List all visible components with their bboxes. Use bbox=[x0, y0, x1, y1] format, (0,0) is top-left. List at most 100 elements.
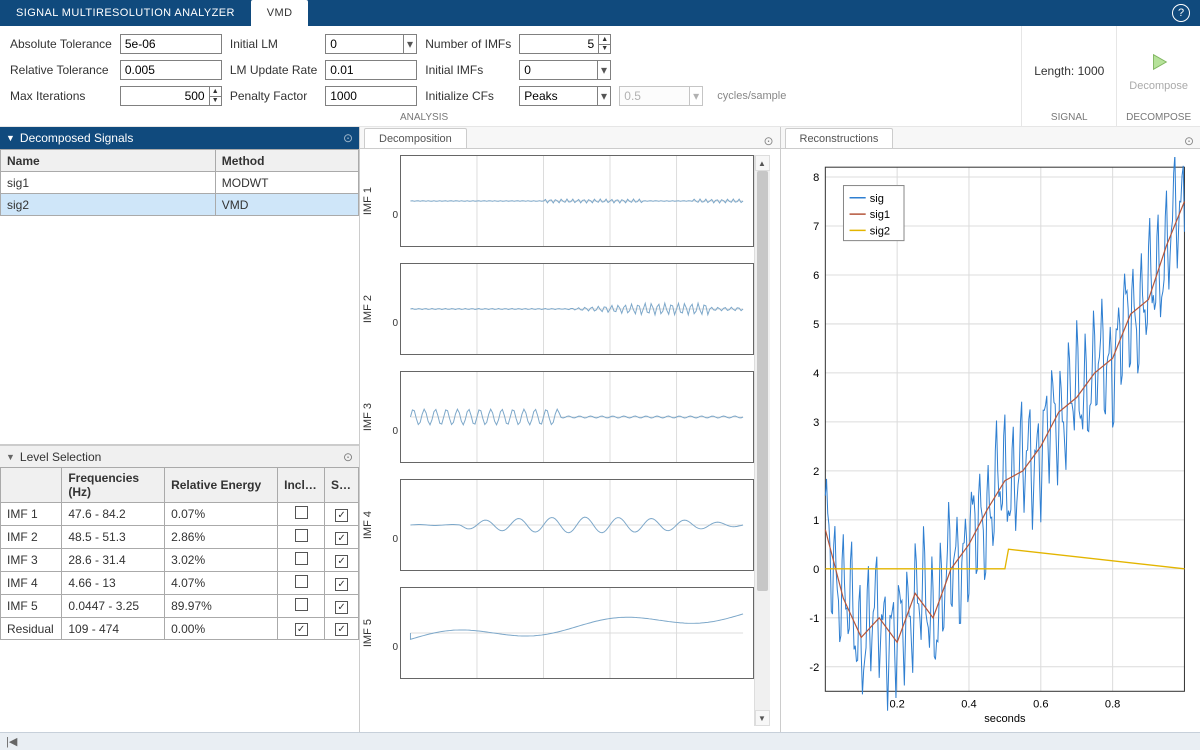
chevron-down-icon[interactable]: ▾ bbox=[597, 61, 611, 79]
decompose-cell: Decompose DECOMPOSE bbox=[1116, 26, 1200, 126]
col-freq[interactable]: Frequencies (Hz) bbox=[62, 468, 165, 503]
decomposed-signals-table: Name Method sig1MODWTsig2VMD bbox=[0, 149, 359, 445]
imf-row: IMF 50 bbox=[362, 587, 754, 679]
show-checkbox[interactable] bbox=[335, 623, 348, 636]
table-row[interactable]: IMF 328.6 - 31.43.02% bbox=[1, 549, 359, 572]
svg-text:7: 7 bbox=[813, 221, 819, 233]
table-row[interactable]: IMF 248.5 - 51.32.86% bbox=[1, 526, 359, 549]
svg-text:4: 4 bbox=[813, 368, 819, 380]
init-imf-field[interactable]: ▾ bbox=[519, 60, 611, 80]
close-icon[interactable]: ⊙ bbox=[343, 131, 353, 145]
status-bar: |◀ bbox=[0, 732, 1200, 750]
include-checkbox[interactable] bbox=[295, 529, 308, 542]
close-icon[interactable]: ⊙ bbox=[763, 134, 773, 148]
abs-tol-label: Absolute Tolerance bbox=[10, 37, 112, 51]
abs-tol-field[interactable] bbox=[120, 34, 222, 54]
table-row[interactable]: IMF 44.66 - 134.07% bbox=[1, 572, 359, 595]
init-cf-field[interactable]: ▾ bbox=[519, 86, 611, 106]
svg-text:seconds: seconds bbox=[984, 713, 1026, 725]
show-checkbox[interactable] bbox=[335, 532, 348, 545]
help-icon[interactable]: ? bbox=[1172, 4, 1190, 22]
zero-label: 0 bbox=[386, 318, 400, 329]
init-lm-field[interactable]: ▾ bbox=[325, 34, 417, 54]
spinner-icon[interactable]: ▲▼ bbox=[209, 87, 221, 105]
collapse-icon[interactable]: ▼ bbox=[6, 133, 15, 143]
rel-tol-field[interactable] bbox=[120, 60, 222, 80]
decomposition-panel: Decomposition ⊙ IMF 10IMF 20IMF 30IMF 40… bbox=[360, 127, 781, 732]
svg-text:3: 3 bbox=[813, 417, 819, 429]
max-iter-field[interactable]: ▲▼ bbox=[120, 86, 222, 106]
table-row[interactable]: sig2VMD bbox=[1, 194, 359, 216]
imf-plot[interactable] bbox=[400, 155, 754, 247]
svg-text:sig1: sig1 bbox=[869, 209, 889, 221]
scroll-thumb[interactable] bbox=[757, 171, 768, 591]
show-checkbox[interactable] bbox=[335, 601, 348, 614]
scroll-up-icon[interactable]: ▲ bbox=[755, 155, 770, 171]
decomposed-signals-header[interactable]: ▼ Decomposed Signals ⊙ bbox=[0, 127, 359, 149]
tab-reconstructions[interactable]: Reconstructions bbox=[785, 128, 894, 148]
include-checkbox[interactable] bbox=[295, 506, 308, 519]
left-column: ▼ Decomposed Signals ⊙ Name Method sig1M… bbox=[0, 127, 360, 732]
col-level bbox=[1, 468, 62, 503]
imf-label: IMF 4 bbox=[362, 511, 386, 539]
include-checkbox[interactable] bbox=[295, 552, 308, 565]
include-checkbox[interactable] bbox=[295, 623, 308, 636]
show-checkbox[interactable] bbox=[335, 509, 348, 522]
zero-label: 0 bbox=[386, 642, 400, 653]
svg-text:0.2: 0.2 bbox=[889, 699, 904, 711]
penalty-field[interactable] bbox=[325, 86, 417, 106]
lm-rate-field[interactable] bbox=[325, 60, 417, 80]
include-checkbox[interactable] bbox=[295, 575, 308, 588]
decompose-button[interactable]: Decompose bbox=[1129, 80, 1188, 92]
zero-label: 0 bbox=[386, 210, 400, 221]
num-imf-field[interactable]: ▲▼ bbox=[519, 34, 611, 54]
scroll-down-icon[interactable]: ▼ bbox=[755, 710, 770, 726]
table-row[interactable]: IMF 147.6 - 84.20.07% bbox=[1, 503, 359, 526]
svg-text:0.6: 0.6 bbox=[1033, 699, 1048, 711]
col-show[interactable]: S… bbox=[325, 468, 359, 503]
chevron-down-icon[interactable]: ▾ bbox=[597, 87, 611, 105]
max-iter-label: Max Iterations bbox=[10, 89, 112, 103]
imf-stack: IMF 10IMF 20IMF 30IMF 40IMF 50 ▲ ▼ bbox=[360, 149, 780, 732]
spinner-icon[interactable]: ▲▼ bbox=[598, 35, 610, 53]
chevron-down-icon[interactable]: ▾ bbox=[403, 35, 417, 53]
imf-row: IMF 20 bbox=[362, 263, 754, 355]
show-checkbox[interactable] bbox=[335, 578, 348, 591]
level-selection-header[interactable]: ▼ Level Selection ⊙ bbox=[0, 445, 359, 467]
table-row[interactable]: sig1MODWT bbox=[1, 172, 359, 194]
imf-plot[interactable] bbox=[400, 587, 754, 679]
rewind-icon[interactable]: |◀ bbox=[6, 735, 17, 748]
imf-label: IMF 5 bbox=[362, 619, 386, 647]
col-name[interactable]: Name bbox=[1, 150, 216, 172]
table-row[interactable]: IMF 50.0447 - 3.2589.97% bbox=[1, 595, 359, 618]
imf-plot[interactable] bbox=[400, 371, 754, 463]
level-selection-table: Frequencies (Hz) Relative Energy Incl… S… bbox=[0, 467, 359, 732]
chevron-down-icon: ▾ bbox=[689, 87, 702, 105]
svg-text:1: 1 bbox=[813, 515, 819, 527]
analysis-params: Absolute Tolerance Initial LM ▾ Number o… bbox=[0, 26, 811, 126]
table-row[interactable]: Residual109 - 4740.00% bbox=[1, 618, 359, 640]
imf-plot[interactable] bbox=[400, 263, 754, 355]
imf-plot[interactable] bbox=[400, 479, 754, 571]
svg-text:-2: -2 bbox=[809, 662, 819, 674]
scrollbar[interactable]: ▲ ▼ bbox=[754, 155, 770, 726]
col-method[interactable]: Method bbox=[215, 150, 358, 172]
close-icon[interactable]: ⊙ bbox=[1184, 134, 1194, 148]
svg-text:sig: sig bbox=[869, 193, 883, 205]
lm-rate-label: LM Update Rate bbox=[230, 63, 317, 77]
init-lm-label: Initial LM bbox=[230, 37, 317, 51]
col-energy[interactable]: Relative Energy bbox=[165, 468, 278, 503]
svg-text:6: 6 bbox=[813, 270, 819, 282]
imf-label: IMF 3 bbox=[362, 403, 386, 431]
include-checkbox[interactable] bbox=[295, 598, 308, 611]
close-icon[interactable]: ⊙ bbox=[343, 450, 353, 464]
col-include[interactable]: Incl… bbox=[278, 468, 325, 503]
show-checkbox[interactable] bbox=[335, 555, 348, 568]
scroll-track[interactable] bbox=[755, 171, 770, 710]
imf-label: IMF 1 bbox=[362, 187, 386, 215]
play-icon[interactable] bbox=[1148, 51, 1170, 76]
collapse-icon[interactable]: ▼ bbox=[6, 452, 15, 462]
reconstruction-tabbar: Reconstructions ⊙ bbox=[781, 127, 1200, 149]
tab-decomposition[interactable]: Decomposition bbox=[364, 128, 467, 148]
tab-vmd[interactable]: VMD bbox=[251, 0, 309, 26]
